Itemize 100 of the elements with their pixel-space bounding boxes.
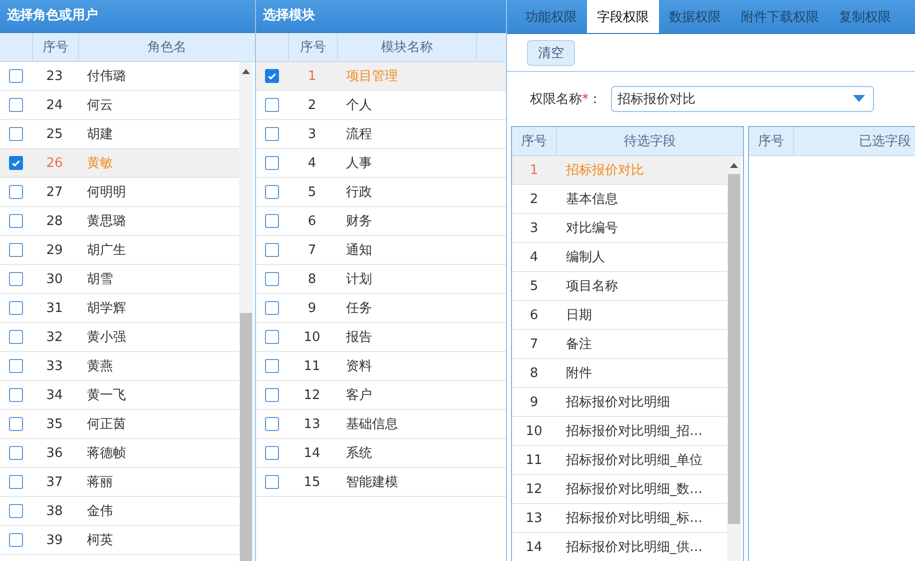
table-cell-text: 个人 (346, 97, 372, 114)
table-row[interactable]: 14 系统 (256, 439, 506, 468)
table-row[interactable]: 11 资料 (256, 352, 506, 381)
table-row[interactable]: 35 何正茵 (0, 410, 239, 439)
table-cell: 11 (304, 358, 320, 374)
checkbox[interactable] (265, 98, 279, 112)
checkbox[interactable] (265, 272, 279, 286)
checkbox[interactable] (265, 69, 279, 83)
checkbox[interactable] (265, 475, 279, 489)
checkbox[interactable] (9, 69, 23, 83)
checkbox[interactable] (9, 475, 23, 489)
checkbox[interactable] (265, 214, 279, 228)
table-cell-text: 基本信息 (566, 191, 618, 208)
checkbox[interactable] (265, 417, 279, 431)
checkbox[interactable] (265, 301, 279, 315)
table-cell: 7 (530, 336, 538, 352)
table-row[interactable]: 34 黄一飞 (0, 381, 239, 410)
table-cell-text: 任务 (346, 300, 372, 317)
scrollbar[interactable] (239, 62, 253, 561)
table-cell: 32 (46, 330, 63, 344)
table-row[interactable]: 7 通知 (256, 236, 506, 265)
table-cell-text: 何云 (87, 97, 113, 114)
table-cell-text: 招标报价对比明细 (566, 394, 670, 411)
scrollbar[interactable] (727, 156, 741, 561)
table-cell: 10 (304, 330, 320, 344)
table-row[interactable]: 38 金伟 (0, 497, 239, 526)
table-row[interactable]: 5 行政 (256, 178, 506, 207)
table-cell: 4 (530, 250, 538, 264)
checkbox[interactable] (265, 156, 279, 170)
table-row[interactable]: 33 黄燕 (0, 352, 239, 381)
table-cell-text: 付伟璐 (87, 68, 126, 85)
table-cell: 10 (526, 424, 542, 438)
table-row[interactable]: 36 蒋德帧 (0, 439, 239, 468)
table-row[interactable]: 12 客户 (256, 381, 506, 410)
table-cell-text: 项目名称 (566, 278, 618, 295)
table-row[interactable]: 2 个人 (256, 91, 506, 120)
table-row[interactable]: 8 计划 (256, 265, 506, 294)
checkbox[interactable] (265, 185, 279, 199)
checkbox[interactable] (9, 98, 23, 112)
table-row[interactable]: 6 财务 (256, 207, 506, 236)
table-row[interactable]: 30 胡雪 (0, 265, 239, 294)
table-cell-text: 胡广生 (87, 242, 126, 259)
checkbox[interactable] (265, 388, 279, 402)
table-row[interactable]: 37 蒋丽 (0, 468, 239, 497)
table-cell-text: 附件 (566, 365, 592, 382)
checkbox[interactable] (265, 243, 279, 257)
table-row[interactable]: 39 柯英 (0, 526, 239, 555)
checkbox[interactable] (9, 388, 23, 402)
table-cell-text: 计划 (346, 271, 372, 288)
checkbox[interactable] (9, 533, 23, 547)
table-cell-text: 黄一飞 (87, 387, 126, 404)
checkbox[interactable] (265, 359, 279, 373)
checkbox[interactable] (9, 156, 23, 170)
table-row[interactable]: 10 报告 (256, 323, 506, 352)
table-row[interactable]: 27 何明明 (0, 178, 239, 207)
table-cell: 9 (530, 394, 538, 410)
permission-name-dropdown[interactable]: 招标报价对比 (610, 86, 874, 112)
table-row[interactable]: 3 流程 (256, 120, 506, 149)
table-cell: 1 (308, 68, 316, 84)
table-cell-text: 编制人 (566, 249, 605, 266)
table-cell: 5 (308, 184, 316, 200)
table-row[interactable]: 28 黄思璐 (0, 207, 239, 236)
table-cell-text: 何明明 (87, 184, 126, 201)
checkbox[interactable] (9, 446, 23, 460)
table-row[interactable]: 24 何云 (0, 91, 239, 120)
checkbox[interactable] (265, 446, 279, 460)
table-cell: 8 (530, 366, 538, 380)
table-row[interactable]: 23 付伟璐 (0, 62, 239, 91)
table-row[interactable]: 13 基础信息 (256, 410, 506, 439)
clear-button[interactable]: 清空 (527, 40, 575, 66)
table-cell-text: 人事 (346, 155, 372, 172)
table-cell-text: 柯英 (87, 532, 113, 549)
table-row[interactable]: 9 任务 (256, 294, 506, 323)
checkbox[interactable] (9, 417, 23, 431)
caret-icon (852, 95, 864, 103)
checkbox[interactable] (9, 272, 23, 286)
checkbox[interactable] (9, 330, 23, 344)
checkbox[interactable] (9, 359, 23, 373)
table-cell: 35 (46, 416, 63, 432)
table-cell-text: 黄思璐 (87, 213, 126, 230)
checkbox[interactable] (265, 127, 279, 141)
table-cell: 25 (46, 126, 63, 142)
checkbox[interactable] (9, 127, 23, 141)
table-row[interactable]: 29 胡广生 (0, 236, 239, 265)
table-cell-text: 流程 (346, 126, 372, 143)
checkbox[interactable] (9, 185, 23, 199)
table-cell-text: 胡雪 (87, 271, 113, 288)
column-header: 待选字段 (623, 133, 677, 151)
table-cell: 30 (46, 272, 63, 286)
checkbox[interactable] (265, 330, 279, 344)
checkbox[interactable] (9, 504, 23, 518)
table-row[interactable]: 31 胡学辉 (0, 294, 239, 323)
checkbox[interactable] (9, 301, 23, 315)
tab[interactable]: 字段权限 (587, 0, 659, 33)
table-row[interactable]: 32 黄小强 (0, 323, 239, 352)
checkbox[interactable] (9, 214, 23, 228)
checkbox[interactable] (9, 243, 23, 257)
table-row[interactable]: 15 智能建模 (256, 468, 506, 497)
table-cell-text: 蒋丽 (87, 474, 113, 491)
table-row[interactable]: 4 人事 (256, 149, 506, 178)
